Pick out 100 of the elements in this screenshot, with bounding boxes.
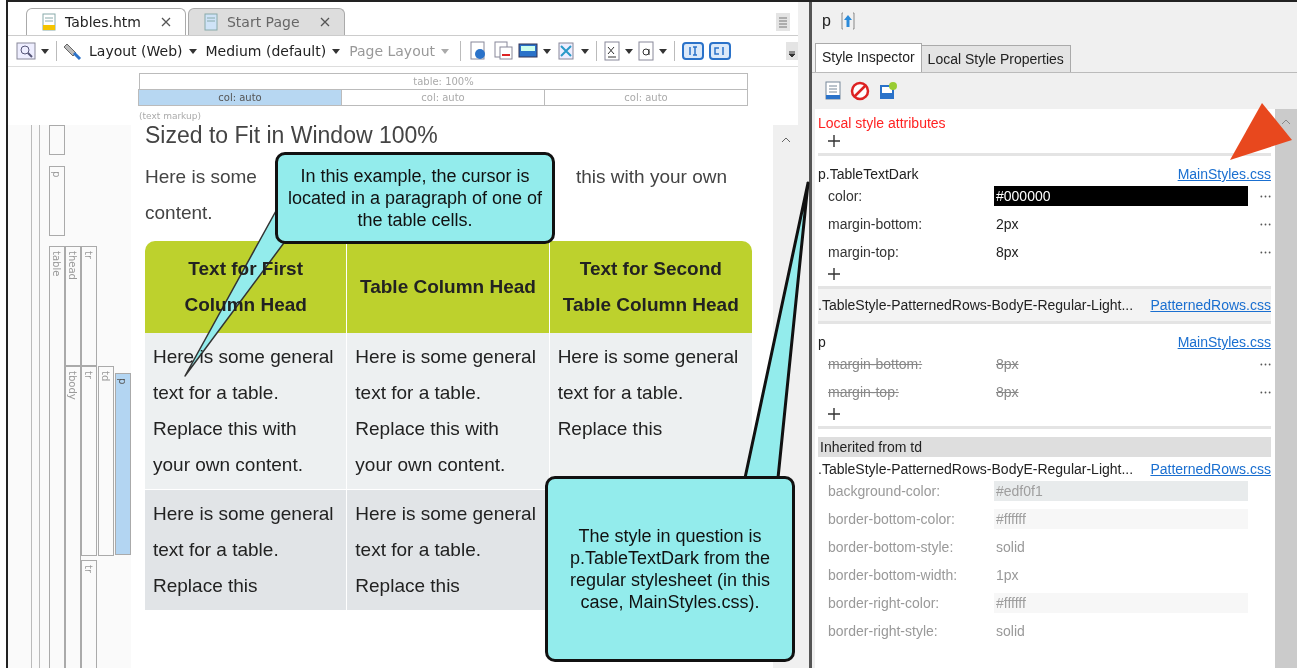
more-icon[interactable] bbox=[1260, 222, 1271, 226]
callout: The style in question is p.TableTextDark from the regular stylesheet (in this case, MainStyles.css). bbox=[545, 476, 795, 662]
stylesheet-link[interactable]: PatternedRows.css bbox=[1150, 297, 1271, 313]
page-link-icon[interactable] bbox=[493, 41, 514, 61]
caret-icon[interactable] bbox=[41, 48, 49, 54]
property-value[interactable]: 8px bbox=[994, 382, 1248, 402]
info-box-icon[interactable] bbox=[682, 41, 705, 61]
add-icon[interactable] bbox=[828, 268, 840, 280]
property-value: solid bbox=[995, 538, 1026, 557]
view-dropdown[interactable]: Medium (default) bbox=[205, 43, 341, 59]
save-style-icon[interactable] bbox=[878, 81, 898, 101]
overflow-icon[interactable] bbox=[786, 42, 798, 60]
add-icon[interactable] bbox=[828, 135, 840, 147]
pointer-arrow-icon bbox=[1230, 103, 1292, 160]
property-name: margin-bottom: bbox=[828, 356, 924, 372]
property-value: #ffffff bbox=[994, 509, 1248, 529]
body-text: content. bbox=[145, 201, 213, 225]
variable-icon[interactable] bbox=[604, 41, 621, 61]
body-text: Here is some bbox=[145, 165, 257, 189]
property-name: margin-top: bbox=[828, 384, 900, 400]
property-value: #ffffff bbox=[994, 593, 1248, 613]
column-ruler[interactable]: col: auto bbox=[341, 89, 545, 106]
caret-icon[interactable] bbox=[581, 48, 590, 54]
stylesheet-link[interactable]: MainStyles.css bbox=[1177, 166, 1271, 182]
structure-bar[interactable]: p bbox=[49, 166, 65, 236]
property-name: border-bottom-color: bbox=[828, 511, 956, 527]
property-value[interactable]: #000000 bbox=[994, 186, 1248, 206]
inspector-tab[interactable]: Local Style Properties bbox=[920, 45, 1071, 72]
scroll-up-icon[interactable] bbox=[780, 137, 791, 143]
structure-bar[interactable]: thead bbox=[65, 246, 81, 366]
more-icon[interactable] bbox=[1260, 390, 1271, 394]
property-name: border-bottom-style: bbox=[828, 539, 955, 555]
column-ruler[interactable]: col: auto bbox=[544, 89, 748, 106]
pane-splitter[interactable] bbox=[798, 2, 812, 668]
structure-bar[interactable]: tr bbox=[81, 560, 97, 668]
property-name: color: bbox=[828, 188, 864, 204]
no-entry-icon[interactable] bbox=[850, 81, 870, 101]
stylesheet-icon[interactable] bbox=[824, 81, 842, 101]
property-name: border-right-style: bbox=[828, 623, 939, 639]
scrollbar[interactable] bbox=[1275, 109, 1297, 668]
rule-selector: .TableStyle-PatternedRows-BodyE-Regular-Light... bbox=[818, 461, 1134, 477]
structure-bar[interactable]: table bbox=[49, 246, 65, 668]
caret-icon[interactable] bbox=[543, 48, 552, 54]
element-name: p bbox=[822, 12, 831, 30]
property-name: margin-top: bbox=[828, 244, 900, 260]
document-heading: Sized to Fit in Window 100% bbox=[145, 125, 439, 149]
rule-selector: p bbox=[818, 334, 826, 350]
column-ruler[interactable]: col: auto bbox=[138, 89, 342, 106]
stylesheet-link[interactable]: MainStyles.css bbox=[1177, 334, 1271, 350]
caret-icon[interactable] bbox=[625, 48, 634, 54]
rule-selector: p.TableTextDark bbox=[818, 166, 919, 182]
table-cell-text: Here is some general text for a table. Replace this with your own content. bbox=[355, 346, 536, 475]
section-title: Local style attributes bbox=[818, 115, 947, 131]
view-dropdown[interactable]: Layout (Web) bbox=[89, 43, 197, 59]
structure-bar[interactable]: tbody bbox=[65, 366, 81, 668]
property-name: border-right-color: bbox=[828, 595, 941, 611]
structure-bar[interactable]: p bbox=[115, 373, 131, 555]
caret-icon[interactable] bbox=[188, 48, 197, 54]
property-value[interactable]: 8px bbox=[994, 242, 1248, 262]
table-cell-text: Here is some general text for a table. Replace this with your own content. bbox=[153, 346, 334, 475]
editor-tab[interactable]: Tables.htm bbox=[26, 8, 186, 35]
property-value: solid bbox=[995, 622, 1026, 641]
condition-box-icon[interactable] bbox=[709, 41, 732, 61]
property-value[interactable]: 2px bbox=[994, 214, 1248, 234]
caret-icon[interactable] bbox=[659, 48, 668, 54]
document-icon bbox=[202, 13, 219, 31]
close-icon[interactable] bbox=[160, 17, 171, 27]
inspector-tab[interactable]: Style Inspector bbox=[815, 43, 922, 72]
more-icon[interactable] bbox=[1260, 250, 1271, 254]
editor-tab[interactable]: Start Page bbox=[187, 8, 345, 35]
table-cell-text: Here is some general text for a table. Replace this bbox=[355, 503, 536, 596]
caret-icon[interactable] bbox=[332, 48, 341, 54]
zoom-icon[interactable] bbox=[16, 42, 36, 60]
more-icon[interactable] bbox=[1260, 362, 1271, 366]
add-icon[interactable] bbox=[828, 408, 840, 420]
table-header-text: Table Column Head bbox=[360, 275, 536, 299]
structure-bar[interactable]: tr bbox=[81, 246, 97, 366]
inherited-header: Inherited from td bbox=[818, 437, 1271, 457]
rule-selector: .TableStyle-PatternedRows-BodyE-Regular-Light... bbox=[818, 297, 1134, 313]
structure-bar[interactable]: td bbox=[98, 366, 114, 556]
text-markup-label: (text markup) bbox=[139, 111, 202, 121]
body-text: this with your own bbox=[576, 165, 727, 189]
more-icon[interactable] bbox=[1260, 194, 1271, 198]
up-arrow-icon[interactable] bbox=[840, 12, 855, 30]
property-value[interactable]: 8px bbox=[994, 354, 1248, 374]
image-icon[interactable] bbox=[518, 42, 539, 60]
close-icon[interactable] bbox=[319, 17, 330, 27]
document-icon bbox=[41, 13, 57, 31]
callout: In this example, the cursor is located in a paragraph of one of the table cells. bbox=[275, 152, 555, 244]
table-cell-text: Here is some general text for a table. Replace this bbox=[153, 503, 334, 596]
tag-pen-icon[interactable] bbox=[64, 41, 84, 61]
property-value: #edf0f1 bbox=[994, 481, 1248, 501]
table-cell-text: Here is some general text for a table. Replace this bbox=[557, 346, 739, 439]
property-name: background-color: bbox=[828, 483, 942, 499]
property-name: margin-bottom: bbox=[828, 216, 924, 232]
property-name: border-bottom-width: bbox=[828, 567, 959, 583]
structure-bar[interactable]: tr bbox=[81, 366, 97, 556]
stylesheet-link[interactable]: PatternedRows.css bbox=[1150, 461, 1271, 477]
snippet-icon[interactable] bbox=[638, 41, 655, 61]
property-value: 1px bbox=[995, 566, 1020, 585]
